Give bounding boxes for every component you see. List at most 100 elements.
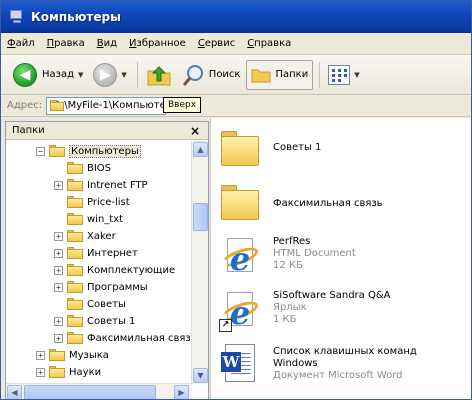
horizontal-scroll-thumb[interactable] [24, 385, 156, 399]
expand-icon[interactable]: + [36, 367, 45, 377]
folder-icon [219, 126, 263, 170]
folder-icon [219, 180, 263, 224]
tree-item-sovety-1[interactable]: + Советы 1 [54, 313, 135, 329]
tree-item-faksimilnaya-svyaz[interactable]: + Факсимильная связь [54, 330, 192, 346]
vertical-scroll-thumb[interactable] [193, 203, 208, 231]
file-item-sovety-1[interactable]: Советы 1 [219, 126, 321, 170]
file-name: Список клавишных команд [273, 346, 417, 357]
tree-item-bios[interactable]: BIOS [54, 160, 111, 176]
expand-icon[interactable]: + [54, 265, 63, 275]
tree-item-label: Факсимильная связь [87, 332, 192, 344]
forward-dropdown-icon[interactable]: ▼ [121, 71, 126, 79]
folders-pane-title: Папки [12, 125, 45, 136]
tree-item-price-list[interactable]: Price-list [54, 194, 130, 210]
file-type: HTML Document [273, 248, 356, 259]
scroll-down-icon[interactable]: ▼ [193, 368, 208, 383]
tree-item-label: win_txt [87, 213, 124, 225]
folders-button[interactable]: Папки [246, 59, 314, 90]
up-button[interactable] [142, 60, 176, 90]
folder-tree: − Компьютеры BIOS + Intrenet FTP Price-l… [6, 141, 192, 384]
views-button[interactable]: ▼ [324, 60, 363, 90]
folder-icon [67, 213, 83, 225]
address-label: Адрес: [7, 100, 43, 111]
tree-item-label: Price-list [87, 196, 130, 208]
tree-vertical-scrollbar[interactable]: ▲ ▼ [191, 141, 208, 384]
file-name: SiSoftware Sandra Q&A [273, 290, 391, 301]
menu-favorites[interactable]: Избранное [129, 38, 186, 49]
tree-item-label: Программы [87, 281, 148, 293]
forward-button[interactable]: ▶ ▼ [89, 60, 130, 90]
folder-icon [49, 349, 65, 361]
tree-item-label: Науки [69, 366, 102, 378]
tree-item-kompyutery[interactable]: − Компьютеры [36, 143, 141, 159]
file-name: Факсимильная связь [273, 198, 383, 209]
file-item-spisok-klavishnyh-komand[interactable]: W Список клавишных команд Windows Докуме… [219, 342, 417, 386]
tree-item-label: Советы [87, 298, 126, 310]
folder-icon [49, 366, 65, 378]
search-label: Поиск [208, 69, 241, 80]
expand-icon[interactable]: + [54, 333, 63, 343]
scroll-up-icon[interactable]: ▲ [193, 142, 208, 157]
collapse-icon[interactable]: − [36, 146, 45, 156]
tree-item-programmy[interactable]: + Программы [54, 279, 148, 295]
address-value: D:\MyFile-1\Компьютеры [53, 100, 165, 111]
back-dropdown-icon[interactable]: ▼ [78, 71, 83, 79]
tree-item-intrenet-ftp[interactable]: + Intrenet FTP [54, 177, 148, 193]
tree-item-sovety[interactable]: Советы [54, 296, 126, 312]
folder-icon [67, 196, 83, 208]
folder-icon [67, 230, 83, 242]
toolbar: ◀ Назад ▼ ▶ ▼ Поиск Папки ▼ [1, 55, 471, 95]
tree-item-label: Intrenet FTP [87, 179, 148, 191]
file-type: Ярлык [273, 302, 307, 313]
menu-file[interactable]: Файл [7, 38, 35, 49]
expand-icon[interactable]: + [36, 350, 45, 360]
toolbar-separator [136, 61, 138, 88]
file-item-perfres[interactable]: e PerfRes HTML Document 12 КБ [219, 234, 356, 278]
close-icon[interactable]: × [190, 124, 200, 138]
title-bar[interactable]: Компьютеры [1, 1, 471, 33]
expand-icon[interactable]: + [54, 316, 63, 326]
computer-icon [9, 10, 25, 24]
scroll-right-icon[interactable]: ▶ [174, 385, 189, 399]
tree-item-label: Комплектующие [87, 264, 176, 276]
menu-edit[interactable]: Правка [47, 38, 85, 49]
tree-item-win-txt[interactable]: win_txt [54, 211, 123, 227]
tree-item-internet[interactable]: + Интернет [54, 245, 138, 261]
menu-help[interactable]: Справка [247, 38, 291, 49]
address-input[interactable]: D:\MyFile-1\Компьютеры [46, 96, 167, 115]
tree-item-nauki[interactable]: + Науки [36, 364, 101, 380]
back-button[interactable]: ◀ Назад ▼ [9, 60, 87, 90]
tree-horizontal-scrollbar[interactable]: ◀ ▶ [6, 383, 192, 399]
folder-icon [67, 179, 83, 191]
folder-icon [67, 332, 83, 344]
expand-icon[interactable]: + [54, 248, 63, 258]
file-type: Документ Microsoft Word [273, 370, 403, 381]
folders-pane-header: Папки × [6, 122, 208, 140]
folders-label: Папки [275, 69, 309, 80]
tree-item-label: Музыка [69, 349, 109, 361]
expand-icon[interactable]: + [54, 282, 63, 292]
expand-icon[interactable]: + [54, 231, 63, 241]
file-size: 12 КБ [273, 260, 303, 271]
tree-item-xaker[interactable]: + Xaker [54, 228, 116, 244]
folder-icon [67, 298, 83, 310]
tree-item-komplektuyushchie[interactable]: + Комплектующие [54, 262, 175, 278]
folder-icon [67, 162, 83, 174]
expand-icon[interactable]: + [54, 180, 63, 190]
html-document-icon: e [219, 234, 263, 278]
file-item-faksimilnaya-svyaz[interactable]: Факсимильная связь [219, 180, 383, 224]
tree-item-label: Интернет [87, 247, 138, 259]
menu-tools[interactable]: Сервис [198, 38, 235, 49]
back-label: Назад [42, 69, 75, 80]
forward-arrow-icon: ▶ [93, 62, 118, 87]
scroll-left-icon[interactable]: ◀ [7, 385, 22, 399]
views-dropdown-icon[interactable]: ▼ [354, 71, 359, 79]
search-icon [182, 63, 206, 87]
menu-view[interactable]: Вид [97, 38, 117, 49]
tree-item-muzyka[interactable]: + Музыка [36, 347, 109, 363]
tree-item-label: BIOS [87, 162, 112, 174]
search-button[interactable]: Поиск [178, 60, 245, 90]
tree-item-label: Компьютеры [69, 144, 141, 158]
file-item-sisoftware-sandra[interactable]: e ↗ SiSoftware Sandra Q&A Ярлык 1 КБ [219, 288, 390, 332]
tree-item-label: Советы 1 [87, 315, 136, 327]
